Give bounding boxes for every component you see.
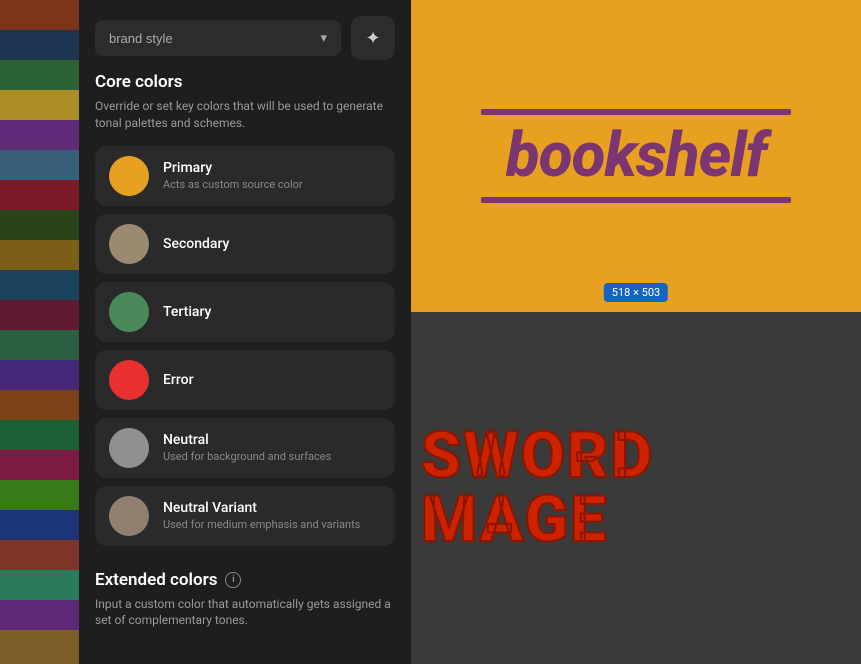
color-item-primary[interactable]: Primary Acts as custom source color [95, 146, 395, 206]
preview-top: bookshelf 518 × 503 [411, 0, 861, 312]
color-name-tertiary: Tertiary [163, 304, 211, 320]
sword-mage-text: SWORD MAGE [421, 424, 851, 552]
color-desc-neutral: Used for background and surfaces [163, 450, 331, 463]
preview-area: bookshelf 518 × 503 SWORD MAGE [411, 0, 861, 664]
color-info-neutral-variant: Neutral Variant Used for medium emphasis … [163, 500, 360, 531]
logo-text: bookshelf [506, 125, 766, 187]
color-list: Primary Acts as custom source color Second… [95, 146, 395, 546]
brand-style-dropdown[interactable]: brand style ▾ [95, 20, 341, 56]
core-colors-title: Core colors [95, 72, 395, 92]
size-badge: 518 × 503 [604, 283, 668, 302]
color-name-primary: Primary [163, 160, 303, 176]
logo-bottom-line [481, 197, 791, 203]
color-item-neutral-variant[interactable]: Neutral Variant Used for medium emphasis … [95, 486, 395, 546]
bookshelf-logo: bookshelf [481, 109, 791, 203]
color-swatch-tertiary [109, 292, 149, 332]
extended-colors-desc: Input a custom color that automatically … [95, 596, 395, 630]
color-name-error: Error [163, 372, 194, 388]
color-info-tertiary: Tertiary [163, 304, 211, 320]
color-item-error[interactable]: Error [95, 350, 395, 410]
logo-top-line [481, 109, 791, 115]
color-item-tertiary[interactable]: Tertiary [95, 282, 395, 342]
color-swatch-neutral-variant [109, 496, 149, 536]
magic-wand-icon: ✦ [365, 28, 380, 49]
color-swatch-error [109, 360, 149, 400]
panel-header: brand style ▾ ✦ [79, 0, 411, 72]
color-name-secondary: Secondary [163, 236, 229, 252]
color-item-neutral[interactable]: Neutral Used for background and surfaces [95, 418, 395, 478]
dropdown-label: brand style [109, 31, 173, 46]
extended-colors-title: Extended colors i [95, 570, 395, 590]
bookshelf-strip [0, 0, 79, 664]
color-swatch-secondary [109, 224, 149, 264]
color-desc-primary: Acts as custom source color [163, 178, 303, 191]
color-swatch-neutral [109, 428, 149, 468]
color-swatch-primary [109, 156, 149, 196]
color-name-neutral: Neutral [163, 432, 331, 448]
core-colors-section: Core colors Override or set key colors t… [79, 72, 411, 570]
color-item-secondary[interactable]: Secondary [95, 214, 395, 274]
color-info-primary: Primary Acts as custom source color [163, 160, 303, 191]
magic-wand-button[interactable]: ✦ [351, 16, 395, 60]
color-info-secondary: Secondary [163, 236, 229, 252]
color-info-error: Error [163, 372, 194, 388]
extended-colors-section: Extended colors i Input a custom color t… [79, 570, 411, 646]
color-info-neutral: Neutral Used for background and surfaces [163, 432, 331, 463]
preview-bottom: SWORD MAGE [411, 312, 861, 664]
core-colors-desc: Override or set key colors that will be … [95, 98, 395, 132]
color-name-neutral-variant: Neutral Variant [163, 500, 360, 516]
color-desc-neutral-variant: Used for medium emphasis and variants [163, 518, 360, 531]
side-panel: brand style ▾ ✦ Core colors Override or … [79, 0, 411, 664]
chevron-down-icon: ▾ [320, 30, 327, 46]
info-icon: i [225, 572, 241, 588]
